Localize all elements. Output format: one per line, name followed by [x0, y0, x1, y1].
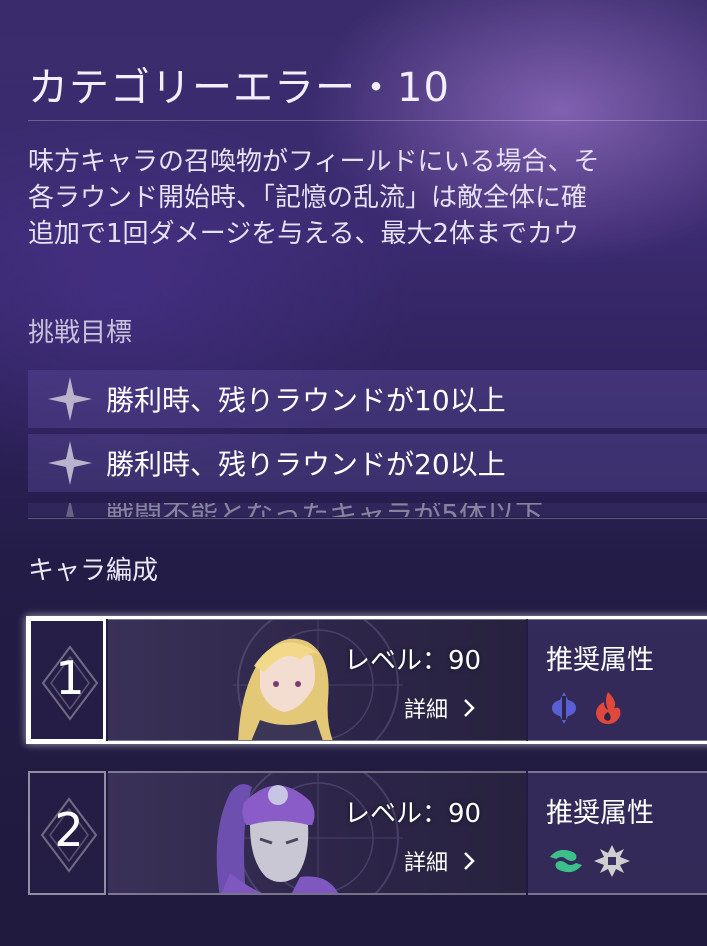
team-slot-2[interactable]: 2 レベル：90 詳細 推奨属性 [28, 771, 707, 895]
team-slot-1[interactable]: 1 レベル：90 詳細 推奨属性 [26, 616, 707, 744]
slot-number: 1 [55, 651, 85, 705]
wind-icon [550, 849, 582, 873]
slot-number-box: 2 [28, 771, 106, 895]
character-level: レベル：90 [344, 799, 482, 829]
challenge-goal-partial: 戦闘不能となったキャラが5体以下 [28, 503, 707, 517]
slot-number-box: 1 [28, 618, 106, 742]
four-point-star-icon [48, 441, 92, 485]
recommended-element-panel: 推奨属性 [528, 771, 707, 895]
title-divider [28, 120, 707, 121]
physical-icon [594, 845, 630, 877]
challenge-goal: 勝利時、残りラウンドが20以上 [28, 434, 707, 492]
detail-link[interactable]: 詳細 [404, 692, 448, 724]
recommended-element-panel: 推奨属性 [528, 618, 707, 742]
description-line: 追加で1回ダメージを与える、最大2体までカウ [28, 219, 580, 249]
quantum-icon [552, 692, 576, 724]
character-portrait-icon [238, 638, 333, 740]
character-portrait-icon [216, 784, 338, 893]
recommended-element-label: 推奨属性 [546, 798, 654, 829]
description-line: 各ラウンド開始時、「記憶の乱流」は敵全体に確 [28, 183, 588, 213]
team-label: キャラ編成 [28, 556, 159, 586]
four-point-star-icon [66, 503, 74, 517]
chevron-right-icon[interactable] [460, 698, 480, 718]
slot-number: 2 [54, 803, 84, 857]
character-panel[interactable]: レベル：90 詳細 [108, 618, 526, 742]
challenge-goal-text: 勝利時、残りラウンドが20以上 [106, 448, 506, 481]
description-line: 味方キャラの召喚物がフィールドにいる場合、そ [28, 147, 600, 177]
goal-list-divider [28, 518, 707, 519]
character-level: レベル：90 [344, 646, 482, 676]
character-panel[interactable]: レベル：90 詳細 [108, 771, 526, 895]
challenge-goal-text: 勝利時、残りラウンドが10以上 [106, 384, 506, 417]
chevron-right-icon[interactable] [460, 851, 480, 871]
fire-icon [596, 692, 621, 724]
detail-link[interactable]: 詳細 [404, 845, 448, 877]
recommended-element-label: 推奨属性 [546, 645, 654, 676]
challenge-goal: 勝利時、残りラウンドが10以上 [28, 370, 707, 428]
challenge-label: 挑戦目標 [28, 318, 133, 348]
stage-description: 味方キャラの召喚物がフィールドにいる場合、そ 各ラウンド開始時、「記憶の乱流」は… [28, 144, 707, 252]
challenge-goal-text: 戦闘不能となったキャラが5体以下 [106, 503, 543, 517]
stage-title: カテゴリーエラー・10 [28, 65, 450, 111]
four-point-star-icon [48, 377, 92, 421]
